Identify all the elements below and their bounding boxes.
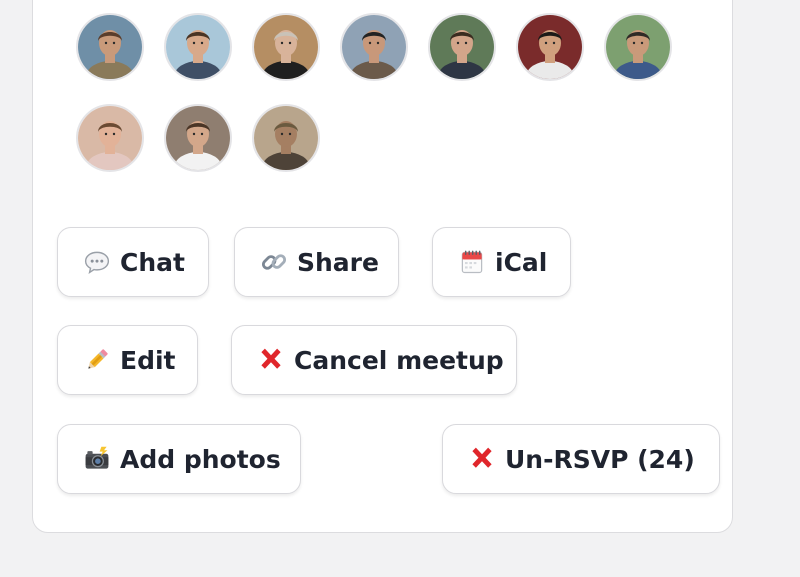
attendee-avatar-10[interactable] <box>252 104 320 172</box>
avatar-photo <box>78 15 142 79</box>
share-button[interactable]: Share <box>234 227 399 297</box>
attendee-avatar-8[interactable] <box>76 104 144 172</box>
ical-button[interactable]: iCal <box>432 227 571 297</box>
speech-bubble-icon <box>82 247 112 277</box>
add-photos-button-label: Add photos <box>120 444 281 474</box>
avatar-photo <box>166 15 230 79</box>
chat-button-label: Chat <box>120 247 185 277</box>
camera-flash-icon <box>82 444 112 474</box>
un-rsvp-button-label: Un-RSVP (24) <box>505 444 695 474</box>
avatar-photo <box>518 15 582 79</box>
add-photos-button[interactable]: Add photos <box>57 424 301 494</box>
attendee-avatar-2[interactable] <box>164 13 232 81</box>
avatar-photo <box>430 15 494 79</box>
attendee-avatar-7[interactable] <box>604 13 672 81</box>
calendar-icon <box>457 247 487 277</box>
share-button-label: Share <box>297 247 379 277</box>
pencil-icon <box>82 345 112 375</box>
avatar-photo <box>342 15 406 79</box>
cross-mark-icon <box>467 444 497 474</box>
attendee-avatar-4[interactable] <box>340 13 408 81</box>
avatar-photo <box>606 15 670 79</box>
un-rsvp-button[interactable]: Un-RSVP (24) <box>442 424 720 494</box>
attendee-avatar-1[interactable] <box>76 13 144 81</box>
avatar-photo <box>254 15 318 79</box>
attendee-avatar-5[interactable] <box>428 13 496 81</box>
edit-button-label: Edit <box>120 345 176 375</box>
cross-mark-icon <box>256 345 286 375</box>
attendee-avatar-6[interactable] <box>516 13 584 81</box>
cancel-meetup-button[interactable]: Cancel meetup <box>231 325 517 395</box>
attendee-avatar-3[interactable] <box>252 13 320 81</box>
attendee-avatar-9[interactable] <box>164 104 232 172</box>
chat-button[interactable]: Chat <box>57 227 209 297</box>
avatar-photo <box>254 106 318 170</box>
link-icon <box>259 247 289 277</box>
avatar-photo <box>78 106 142 170</box>
avatar-photo <box>166 106 230 170</box>
cancel-meetup-button-label: Cancel meetup <box>294 345 504 375</box>
edit-button[interactable]: Edit <box>57 325 198 395</box>
ical-button-label: iCal <box>495 247 548 277</box>
